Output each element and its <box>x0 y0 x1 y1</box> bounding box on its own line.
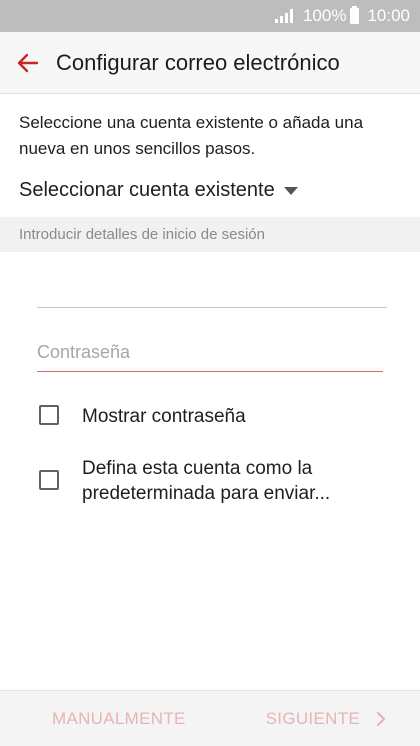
email-field[interactable] <box>37 268 387 308</box>
arrow-left-icon[interactable] <box>0 32 56 94</box>
status-time: 10:00 <box>367 6 410 25</box>
status-bar: 100% 10:00 <box>0 0 420 32</box>
show-password-row[interactable]: Mostrar contraseña <box>39 405 246 429</box>
signal-icon <box>274 9 293 23</box>
password-field[interactable] <box>37 333 383 372</box>
bottom-bar: MANUALMENTE SIGUIENTE <box>0 690 420 746</box>
default-account-label-line1: Defina esta cuenta como la <box>82 458 313 479</box>
caret-down-icon <box>283 187 298 195</box>
next-button-label: SIGUIENTE <box>265 708 360 728</box>
battery-icon <box>350 6 360 24</box>
manual-setup-button[interactable]: MANUALMENTE <box>52 709 186 729</box>
chevron-right-icon <box>376 711 386 727</box>
default-account-checkbox[interactable] <box>39 470 59 490</box>
default-account-row[interactable]: Defina esta cuenta como la predeterminad… <box>39 456 330 506</box>
select-existing-account-dropdown[interactable]: Seleccionar cuenta existente <box>19 176 298 204</box>
login-section-title: Introducir detalles de inicio de sesión <box>19 226 265 243</box>
page-title: Configurar correo electrónico <box>56 49 340 75</box>
section-header: Introducir detalles de inicio de sesión <box>0 217 420 252</box>
next-button[interactable]: SIGUIENTE <box>266 709 386 729</box>
select-existing-label: Seleccionar cuenta existente <box>19 178 275 201</box>
intro-description: Seleccione una cuenta existente o añada … <box>19 113 364 158</box>
default-account-label: Defina esta cuenta como la predeterminad… <box>82 456 330 506</box>
app-bar: Configurar correo electrónico <box>0 32 420 94</box>
show-password-label: Mostrar contraseña <box>82 406 246 427</box>
show-password-checkbox[interactable] <box>39 405 59 425</box>
default-account-label-line2: predeterminada para enviar... <box>82 483 331 504</box>
battery-percent: 100% <box>302 6 347 25</box>
